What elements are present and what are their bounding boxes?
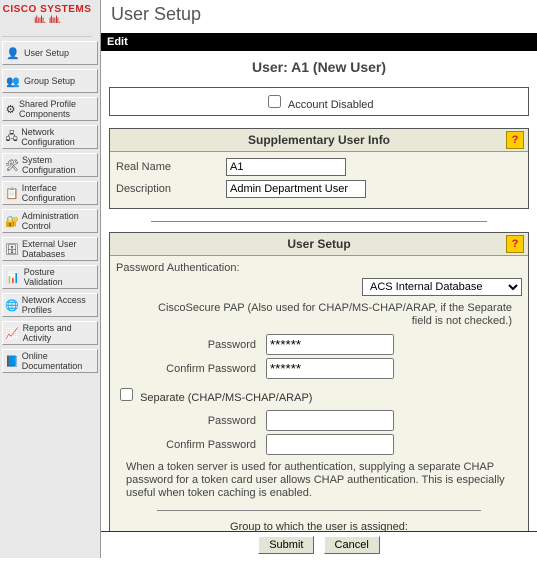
- gear-icon: ⚙: [5, 101, 16, 117]
- sidebar-item-external-db[interactable]: 🗄 External User Databases: [2, 237, 98, 261]
- sidebar-item-label: Network Configuration: [21, 127, 95, 147]
- account-disabled-label: Account Disabled: [288, 99, 374, 111]
- sidebar-item-label: External User Databases: [22, 239, 95, 259]
- auth-db-select[interactable]: ACS Internal Database: [362, 278, 522, 296]
- user-setup-heading: User Setup ?: [110, 233, 528, 256]
- user-icon: 👤: [5, 45, 21, 61]
- sidebar-item-reports[interactable]: 📈 Reports and Activity: [2, 321, 98, 345]
- password-input[interactable]: [266, 334, 394, 355]
- sidebar-item-interface-config[interactable]: 📋 Interface Configuration: [2, 181, 98, 205]
- sidebar: CISCO SYSTEMS ılıılı. ılıılı. 👤 User Set…: [0, 0, 101, 558]
- account-disabled-checkbox[interactable]: [268, 95, 281, 108]
- sidebar-item-label: Posture Validation: [24, 267, 95, 287]
- sidebar-item-user-setup[interactable]: 👤 User Setup: [2, 41, 98, 65]
- sep-password-input[interactable]: [266, 410, 394, 431]
- sidebar-item-admin-control[interactable]: 🔐 Administration Control: [2, 209, 98, 233]
- password-auth-label: Password Authentication:: [116, 262, 522, 274]
- lock-icon: 🔐: [5, 213, 19, 229]
- separate-checkbox[interactable]: [120, 388, 133, 401]
- confirm-password-label: Confirm Password: [116, 363, 266, 375]
- chart-icon: 📊: [5, 269, 21, 285]
- divider: [151, 221, 487, 222]
- submit-button[interactable]: Submit: [258, 536, 314, 554]
- user-heading: User: A1 (New User): [109, 59, 529, 75]
- logo-bars-icon: ılıılı. ılıılı.: [2, 15, 92, 26]
- sep-password-label: Password: [116, 415, 266, 427]
- content-area: User: A1 (New User) Account Disabled Sup…: [101, 51, 537, 531]
- sidebar-item-label: Reports and Activity: [23, 323, 95, 343]
- description-input[interactable]: [226, 180, 366, 198]
- group-icon: 👥: [5, 73, 21, 89]
- book-icon: 📘: [5, 353, 19, 369]
- page-title: User Setup: [101, 0, 537, 33]
- token-note: When a token server is used for authenti…: [126, 461, 512, 500]
- sep-confirm-password-label: Confirm Password: [116, 439, 266, 451]
- edit-bar: Edit: [101, 33, 537, 51]
- sidebar-item-shared-profile[interactable]: ⚙ Shared Profile Components: [2, 97, 98, 121]
- sidebar-item-group-setup[interactable]: 👥 Group Setup: [2, 69, 98, 93]
- help-icon[interactable]: ?: [506, 131, 524, 149]
- sidebar-item-label: Group Setup: [24, 76, 75, 86]
- real-name-label: Real Name: [116, 161, 226, 173]
- sidebar-item-network-config[interactable]: 🖧 Network Configuration: [2, 125, 98, 149]
- user-setup-box: User Setup ? Password Authentication: AC…: [109, 232, 529, 531]
- description-label: Description: [116, 183, 226, 195]
- sidebar-item-network-access-profiles[interactable]: 🌐 Network Access Profiles: [2, 293, 98, 317]
- help-icon[interactable]: ?: [506, 235, 524, 253]
- sidebar-item-label: User Setup: [24, 48, 69, 58]
- supplementary-box: Supplementary User Info ? Real Name Desc…: [109, 128, 529, 209]
- logo: CISCO SYSTEMS ılıılı. ılıılı.: [2, 2, 92, 37]
- sidebar-item-posture-validation[interactable]: 📊 Posture Validation: [2, 265, 98, 289]
- clipboard-icon: 📋: [5, 185, 19, 201]
- database-icon: 🗄: [5, 241, 19, 257]
- divider: [157, 510, 482, 511]
- sidebar-item-label: Online Documentation: [22, 351, 95, 371]
- confirm-password-input[interactable]: [266, 358, 394, 379]
- separate-label: Separate (CHAP/MS-CHAP/ARAP): [140, 392, 312, 404]
- tools-icon: 🛠: [5, 157, 19, 173]
- sidebar-item-system-config[interactable]: 🛠 System Configuration: [2, 153, 98, 177]
- logo-text: CISCO SYSTEMS: [2, 4, 92, 15]
- globe-icon: 🌐: [5, 297, 19, 313]
- real-name-input[interactable]: [226, 158, 346, 176]
- supplementary-heading: Supplementary User Info ?: [110, 129, 528, 152]
- sidebar-item-label: Shared Profile Components: [19, 99, 95, 119]
- sidebar-item-label: Administration Control: [22, 211, 95, 231]
- cancel-button[interactable]: Cancel: [324, 536, 380, 554]
- group-assignment-label: Group to which the user is assigned:: [116, 521, 522, 531]
- ciscosecure-note: CiscoSecure PAP (Also used for CHAP/MS-C…: [144, 302, 512, 328]
- sidebar-item-label: Network Access Profiles: [22, 295, 95, 315]
- sidebar-item-online-docs[interactable]: 📘 Online Documentation: [2, 349, 98, 373]
- footer-bar: Submit Cancel: [101, 531, 537, 558]
- sep-confirm-password-input[interactable]: [266, 434, 394, 455]
- account-disabled-box: Account Disabled: [109, 87, 529, 116]
- password-label: Password: [116, 339, 266, 351]
- report-icon: 📈: [5, 325, 20, 341]
- sidebar-item-label: System Configuration: [22, 155, 95, 175]
- sidebar-item-label: Interface Configuration: [22, 183, 95, 203]
- network-icon: 🖧: [5, 129, 18, 145]
